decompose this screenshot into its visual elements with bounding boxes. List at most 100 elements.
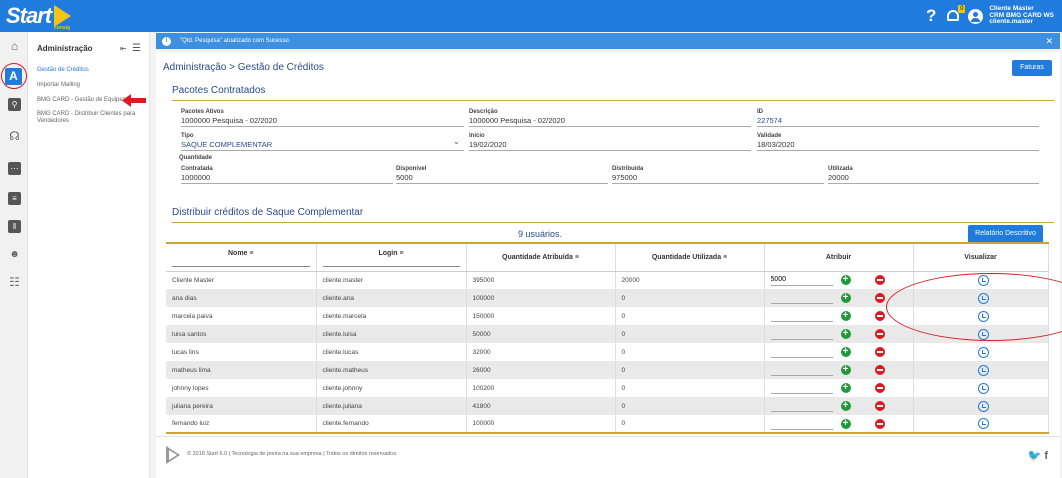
search-icon[interactable]: ⚲ [8, 98, 21, 111]
cell-visualizar [913, 379, 1049, 397]
contratada-field: Contratada 1000000 [181, 166, 393, 184]
cell-login: cliente.johnny [316, 379, 467, 397]
bell-icon[interactable]: 0 [945, 5, 966, 24]
cell-atribuida: 26000 [466, 361, 616, 379]
logo-play-icon [54, 5, 72, 27]
view-icon[interactable] [978, 346, 989, 358]
sort-icon[interactable]: ≡ [575, 254, 579, 261]
sidebar: Administração ⇤ ☰ Gestão de Créditos Imp… [28, 32, 150, 478]
cell-login: cliente.fernando [316, 415, 467, 434]
table-row: matheus lima cliente.matheus 26000 0 + [166, 361, 1049, 379]
pacotes-title: Pacotes Contratados [172, 85, 266, 96]
section-divider [172, 100, 1054, 101]
add-icon[interactable]: + [840, 347, 851, 357]
cell-utilizada: 0 [615, 289, 765, 307]
headset-icon[interactable]: ☊ [8, 130, 21, 143]
add-icon[interactable]: + [840, 383, 851, 393]
view-icon[interactable] [978, 400, 989, 412]
cell-atribuida: 100000 [466, 415, 616, 434]
users-icon[interactable]: ☻ [8, 248, 21, 261]
home-icon[interactable]: ⌂ [8, 40, 21, 53]
remove-icon[interactable] [874, 418, 885, 429]
add-icon[interactable]: + [840, 365, 851, 375]
sort-icon[interactable]: ≡ [249, 250, 253, 257]
pin-icon[interactable]: ⇤ [120, 44, 127, 53]
add-icon[interactable]: + [840, 311, 851, 321]
footer: © 2018 Start 6.0 | Tecnologia de ponta n… [156, 436, 1060, 478]
remove-icon[interactable] [874, 311, 885, 321]
add-icon[interactable]: + [840, 401, 851, 411]
social-icons[interactable]: 🐦 f [1028, 449, 1048, 462]
cell-utilizada: 0 [615, 325, 765, 343]
cell-visualizar [913, 397, 1049, 415]
atribuir-input[interactable] [770, 328, 833, 340]
add-icon[interactable]: + [840, 275, 851, 286]
remove-icon[interactable] [874, 293, 885, 303]
users-table: Nome ≡ Login ≡ Quantidade Atribuída ≡ Qu… [166, 242, 1049, 434]
sidebar-item-importar-mailing[interactable]: Importar Mailing [37, 82, 145, 89]
cell-utilizada: 0 [615, 415, 765, 434]
cart-icon[interactable]: ☷ [8, 276, 21, 289]
relatorio-descritivo-button[interactable]: Relatório Descritivo [968, 225, 1043, 243]
sidebar-item-gestao-creditos[interactable]: Gestão de Créditos [37, 67, 145, 74]
icon-rail: ⌂ A ⚲ ☊ ⋯ ≡ ‖ ☻ ☷ [0, 32, 28, 478]
remove-icon[interactable] [874, 401, 885, 411]
add-icon[interactable]: + [840, 329, 851, 339]
cell-login: cliente.ana [316, 289, 467, 307]
atribuir-input[interactable] [770, 417, 833, 430]
remove-icon[interactable] [874, 347, 885, 357]
tipo-field: Tipo SAQUE COMPLEMENTAR [181, 133, 464, 151]
cell-atribuir: + [764, 397, 914, 415]
filter-login-input[interactable] [322, 265, 460, 267]
id-field: ID 227574 [757, 109, 1039, 127]
col-quantidade-atribuida[interactable]: Quantidade Atribuída ≡ [466, 243, 616, 272]
table-header-row: Nome ≡ Login ≡ Quantidade Atribuída ≡ Qu… [166, 243, 1049, 272]
faturas-button[interactable]: Faturas [1012, 60, 1052, 76]
chat-icon[interactable]: ⋯ [8, 162, 21, 175]
chart-icon[interactable]: ‖ [8, 220, 21, 233]
user-icon[interactable] [968, 8, 984, 24]
cell-utilizada: 0 [615, 361, 765, 379]
cell-nome: matheus lima [166, 361, 317, 379]
message-icon[interactable]: ≡ [8, 192, 21, 205]
close-icon[interactable]: ✕ [1045, 36, 1053, 47]
top-bar: Start consig ? 0 Cliente Master CRM BMG … [0, 0, 1062, 32]
pacotes-ativos-field[interactable]: Pacotes Ativos 1000000 Pesquisa - 02/202… [181, 109, 464, 127]
user-info[interactable]: Cliente Master CRM BMG CARD WS cliente.m… [989, 6, 1054, 26]
cell-nome: fernando luiz [166, 415, 317, 434]
remove-icon[interactable] [874, 365, 885, 375]
view-icon[interactable] [978, 364, 989, 376]
sort-icon[interactable]: ≡ [399, 250, 403, 257]
cell-login: cliente.matheus [316, 361, 467, 379]
col-login[interactable]: Login ≡ [316, 243, 467, 272]
col-nome[interactable]: Nome ≡ [166, 243, 317, 272]
cell-login: cliente.master [316, 271, 467, 289]
atribuir-input[interactable] [770, 400, 833, 412]
table-row: fernando luiz cliente.fernando 100000 0 + [166, 415, 1049, 434]
remove-icon[interactable] [874, 329, 885, 339]
toast-message: "Qtd. Pesquisa" atualizado com Sucesso. [180, 38, 291, 44]
sort-icon[interactable]: ≡ [723, 254, 727, 261]
view-icon[interactable] [978, 418, 989, 429]
info-icon: i [162, 36, 171, 46]
remove-icon[interactable] [874, 383, 885, 393]
atribuir-input[interactable] [770, 292, 833, 304]
col-quantidade-utilizada[interactable]: Quantidade Utilizada ≡ [615, 243, 765, 272]
help-icon[interactable]: ? [926, 6, 936, 26]
atribuir-input[interactable] [770, 346, 833, 358]
atribuir-input[interactable] [770, 382, 833, 394]
validade-field: Validade 18/03/2020 [757, 133, 1039, 151]
view-icon[interactable] [978, 382, 989, 394]
add-icon[interactable]: + [840, 293, 851, 303]
start-logo[interactable]: Start consig [6, 3, 72, 31]
menu-icon[interactable]: ☰ [132, 43, 141, 54]
atribuir-input[interactable] [770, 310, 833, 322]
atribuir-input[interactable] [770, 364, 833, 376]
add-icon[interactable]: + [840, 418, 851, 429]
sidebar-item-distribuir-clientes[interactable]: BMG CARD - Distribuir Clientes para Vend… [37, 111, 145, 125]
remove-icon[interactable] [874, 275, 885, 286]
user-login: cliente.master [989, 18, 1034, 26]
atribuir-input[interactable] [770, 274, 833, 287]
pacotes-ativos-select[interactable]: 1000000 Pesquisa - 02/2020 [181, 116, 464, 127]
filter-nome-input[interactable] [172, 265, 310, 267]
